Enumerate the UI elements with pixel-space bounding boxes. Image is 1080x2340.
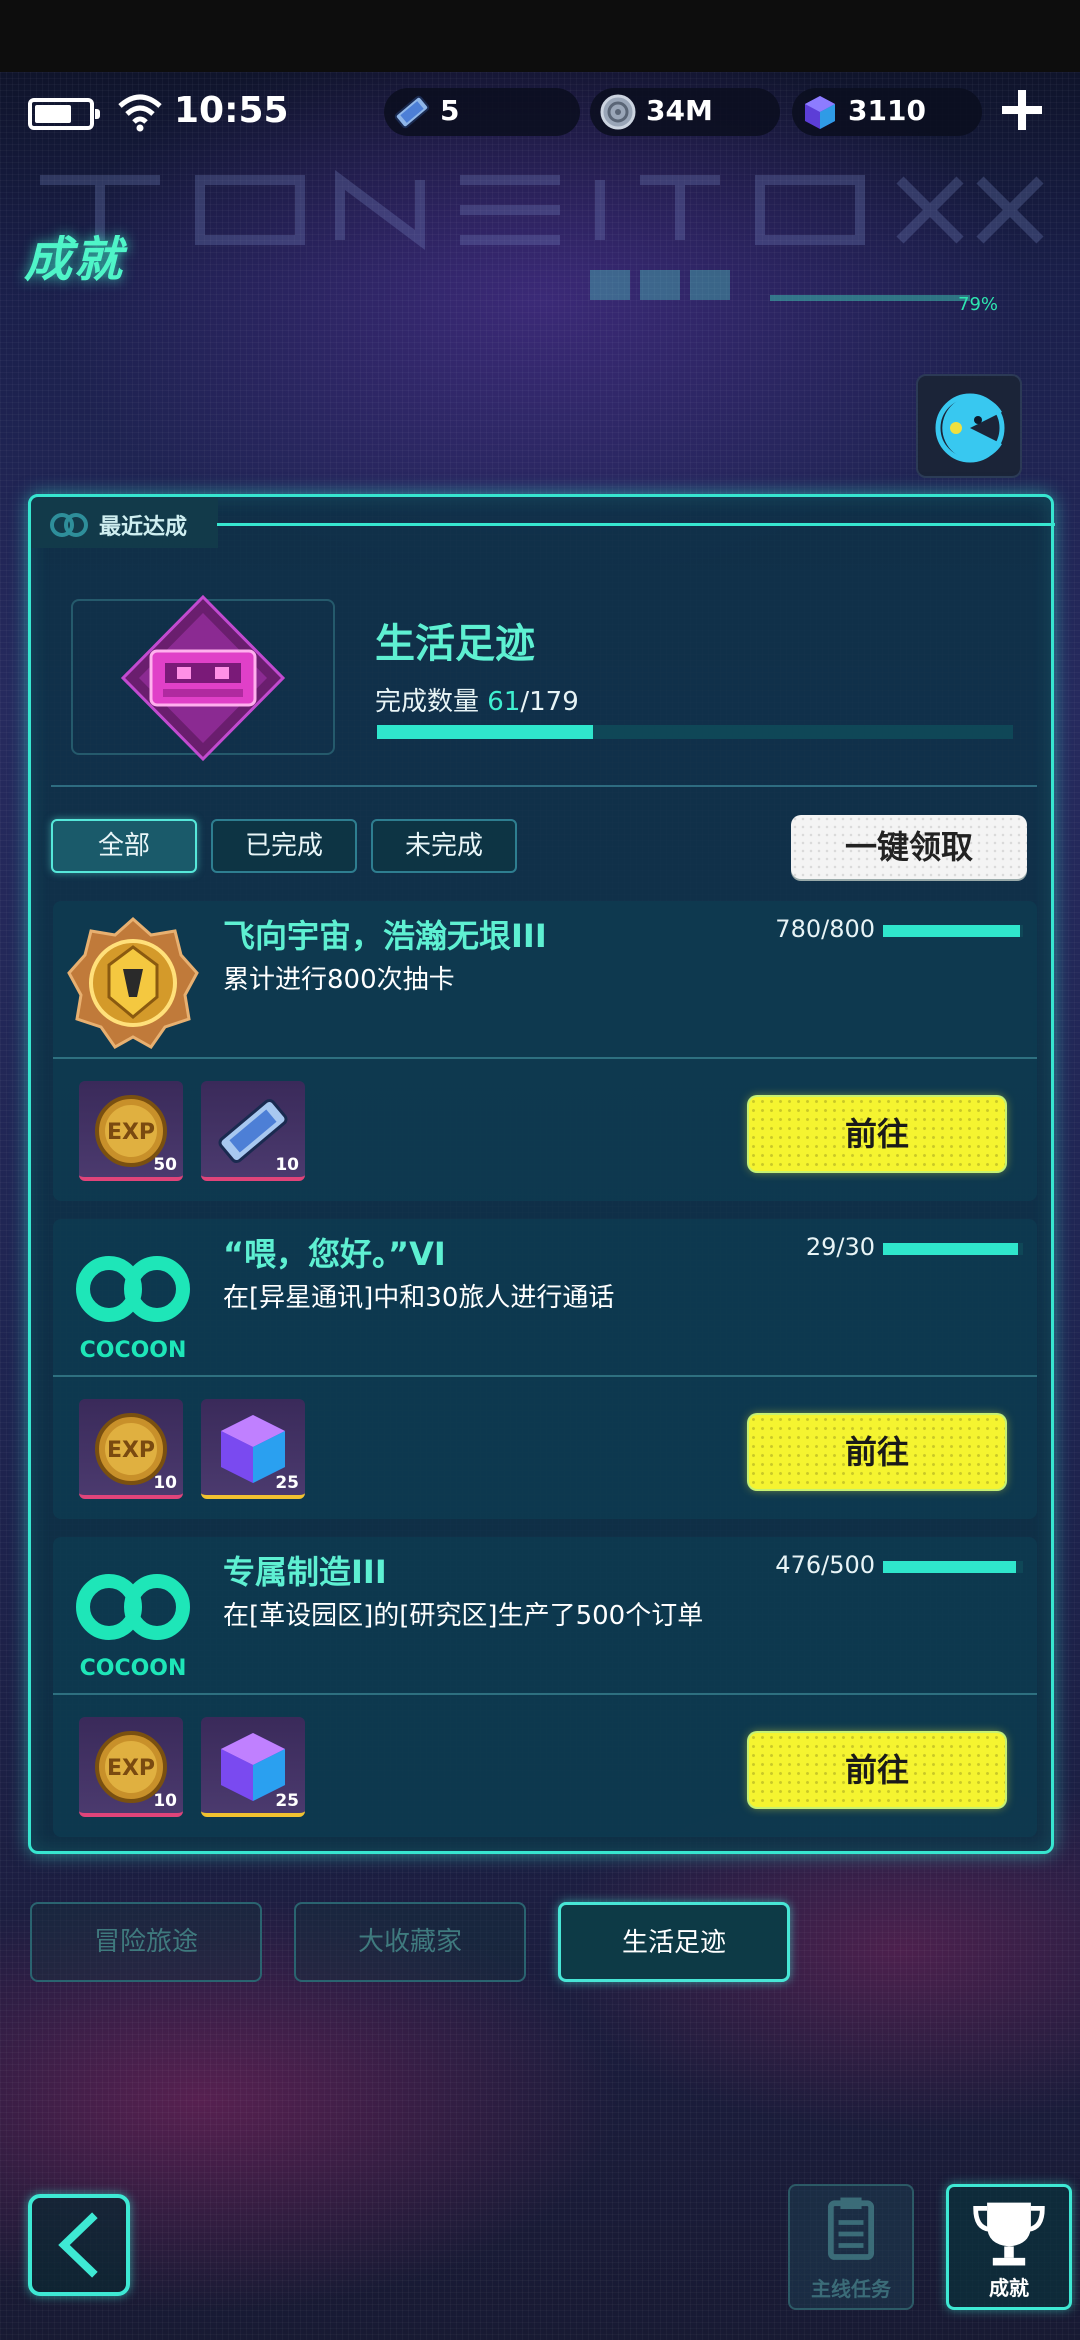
cocoon-logo: COCOON (63, 1231, 203, 1371)
goto-button[interactable]: 前往 (749, 1415, 1005, 1489)
goto-button[interactable]: 前往 (749, 1097, 1005, 1171)
chevron-left-icon (58, 2212, 98, 2278)
reward-exp[interactable]: EXP 50 (79, 1081, 183, 1181)
filter-completed[interactable]: 已完成 (211, 819, 357, 873)
reward-exp[interactable]: EXP 10 (79, 1717, 183, 1817)
achievement-name: 专属制造III (223, 1553, 387, 1591)
clipboard-icon (827, 2197, 875, 2260)
card-divider (53, 1693, 1037, 1695)
svg-text:EXP: EXP (107, 1438, 155, 1463)
claim-all-button[interactable]: 一键领取 (791, 815, 1027, 879)
achievement-progress-bar (883, 1243, 1023, 1255)
reward-ticket[interactable]: 10 (201, 1081, 305, 1181)
goto-button[interactable]: 前往 (749, 1733, 1005, 1807)
tab-adventure[interactable]: 冒险旅途 (30, 1902, 262, 1982)
ticket-counter[interactable]: 5 (384, 88, 580, 136)
svg-text:COCOON: COCOON (80, 1656, 187, 1681)
title-decoration (40, 170, 1044, 301)
status-bar: 10:55 5 34M 3110 (0, 84, 1080, 144)
title-progress-percent: 79% (958, 294, 999, 315)
trophy-icon (973, 2202, 1045, 2266)
svg-text:EXP: EXP (107, 1756, 155, 1781)
achievement-name: “喂，您好。”VI (223, 1235, 446, 1273)
achievement-card: COCOON 专属制造III 在[革设园区]的[研究区]生产了500个订单 47… (53, 1537, 1037, 1837)
completion-count: 完成数量 61/179 (375, 687, 579, 717)
category-progress-fill (377, 725, 594, 739)
achievement-desc: 累计进行800次抽卡 (223, 965, 455, 995)
tab-life-footprint[interactable]: 生活足迹 (558, 1902, 790, 1982)
battery-icon (28, 98, 100, 130)
pacman-button[interactable] (916, 374, 1022, 478)
ticket-icon (394, 95, 430, 129)
clock: 10:55 (174, 90, 289, 131)
achievement-desc: 在[异星通讯]中和30旅人进行通话 (223, 1283, 615, 1313)
achievement-progress-text: 29/30 (805, 1233, 875, 1261)
category-title: 生活足迹 (375, 621, 535, 667)
main-quest-button[interactable]: 主线任务 (788, 2184, 914, 2310)
gold-medal-icon (67, 916, 199, 1049)
achievement-progress-text: 780/800 (775, 915, 875, 943)
cassette-badge-icon (120, 594, 286, 762)
top-black-bar (0, 0, 1080, 72)
achievements-nav-button[interactable]: 成就 (946, 2184, 1072, 2310)
reward-exp[interactable]: EXP 10 (79, 1399, 183, 1499)
recent-label: 最近达成 (99, 515, 188, 540)
wifi-icon (118, 94, 162, 132)
filter-incomplete[interactable]: 未完成 (371, 819, 517, 873)
achievement-panel: 最近达成 生活足迹 完成数量 61/179 全部 已完成 未完成 一键领取 飞向… (28, 494, 1055, 1854)
filter-all[interactable]: 全部 (51, 819, 197, 873)
achievement-name: 飞向宇宙，浩瀚无垠III (223, 917, 547, 955)
achievement-progress-fill (883, 1561, 1017, 1573)
cocoon-logo-icon: COCOON (76, 1574, 190, 1681)
cocoon-logo: COCOON (63, 1549, 203, 1689)
cube-gem-icon (805, 96, 835, 129)
pacman-icon (935, 393, 1005, 463)
card-divider (53, 1375, 1037, 1377)
page-title: 成就 (24, 232, 125, 288)
achievement-progress-text: 476/500 (775, 1551, 875, 1579)
achievement-progress-bar (883, 925, 1023, 937)
gem-counter[interactable]: 3110 (792, 88, 982, 136)
reward-cube[interactable]: 25 (201, 1399, 305, 1499)
cocoon-logo-icon: COCOON (76, 1256, 190, 1363)
achievement-card: 飞向宇宙，浩瀚无垠III 累计进行800次抽卡 780/800 EXP 50 1… (53, 901, 1037, 1201)
achievement-desc: 在[革设园区]的[研究区]生产了500个订单 (223, 1601, 704, 1631)
panel-header-line (217, 523, 1055, 526)
card-divider (53, 1057, 1037, 1059)
achievement-progress-fill (883, 1243, 1019, 1255)
svg-text:COCOON: COCOON (80, 1338, 187, 1363)
coin-counter[interactable]: 34M (590, 88, 780, 136)
coin-icon (600, 94, 636, 130)
achievement-card: COCOON “喂，您好。”VI 在[异星通讯]中和30旅人进行通话 29/30… (53, 1219, 1037, 1519)
achievement-progress-fill (883, 925, 1020, 937)
add-currency-button[interactable] (998, 86, 1046, 134)
category-progress-bar (377, 725, 1013, 739)
divider (51, 785, 1037, 787)
svg-text:EXP: EXP (107, 1120, 155, 1145)
tab-collector[interactable]: 大收藏家 (294, 1902, 526, 1982)
reward-cube[interactable]: 25 (201, 1717, 305, 1817)
cocoon-small-icon (50, 513, 88, 537)
achievement-progress-bar (883, 1561, 1023, 1573)
back-button[interactable] (28, 2194, 130, 2296)
